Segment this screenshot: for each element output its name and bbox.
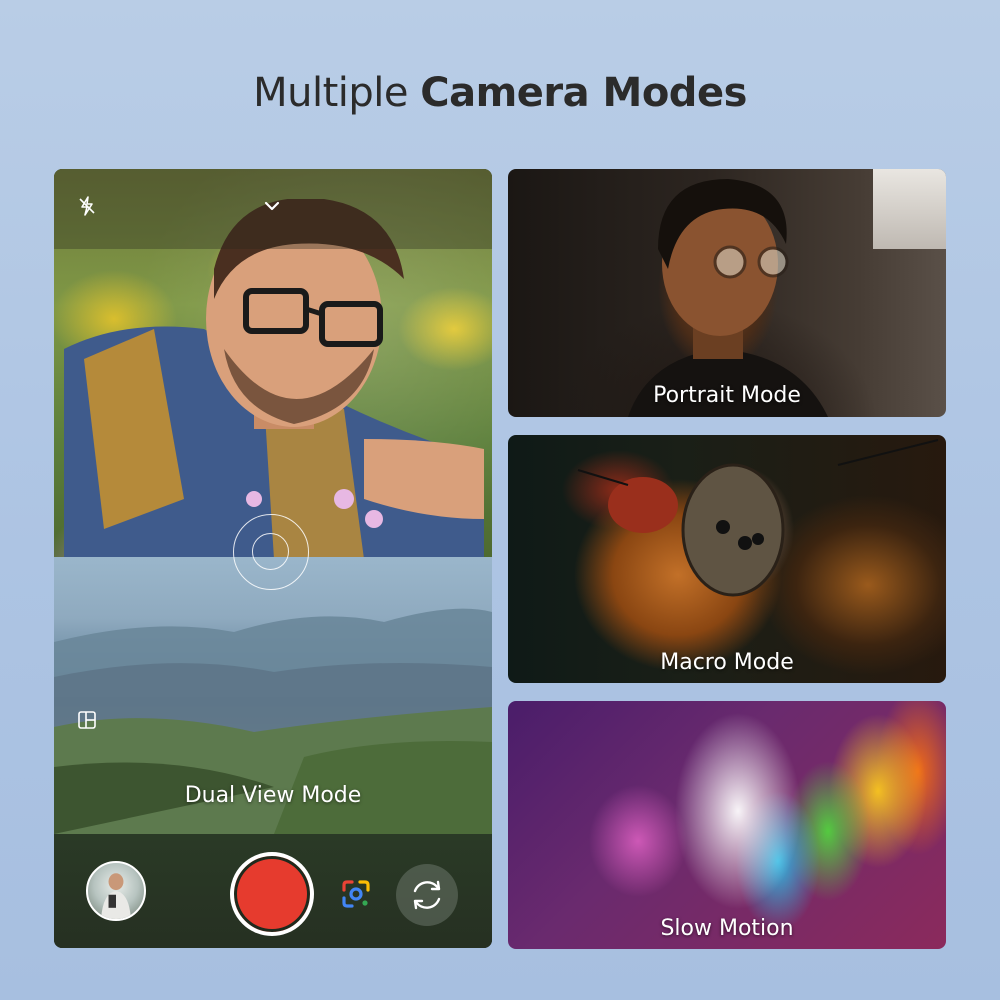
gallery-thumbnail[interactable] <box>86 861 146 921</box>
macro-photo <box>577 439 939 597</box>
macro-mode-card[interactable]: Macro Mode <box>508 435 946 683</box>
focus-ring[interactable] <box>233 514 309 590</box>
flash-off-icon[interactable] <box>76 195 98 217</box>
switch-camera-icon[interactable] <box>396 864 458 926</box>
chevron-down-icon[interactable] <box>260 195 284 217</box>
person-photo <box>64 199 484 559</box>
portrait-mode-card[interactable]: Portrait Mode <box>508 169 946 417</box>
page-title: Multiple Camera Modes <box>0 70 1000 116</box>
google-lens-icon[interactable] <box>340 878 372 910</box>
slow-motion-label: Slow Motion <box>660 916 794 941</box>
front-camera-view <box>54 169 492 559</box>
portrait-mode-label: Portrait Mode <box>653 383 801 408</box>
focus-ring-inner <box>252 533 289 570</box>
portrait-photo <box>628 179 828 417</box>
camera-app-screen: Dual View Mode <box>54 169 492 948</box>
split-layout-icon[interactable] <box>78 711 96 729</box>
slow-motion-card[interactable]: Slow Motion <box>508 701 946 949</box>
record-button[interactable] <box>230 852 314 936</box>
rear-camera-view: Dual View Mode <box>54 557 492 834</box>
dual-view-label: Dual View Mode <box>184 783 362 808</box>
page-title-bold: Camera Modes <box>420 70 747 116</box>
macro-mode-label: Macro Mode <box>660 650 794 675</box>
page-title-light: Multiple <box>253 70 421 116</box>
camera-controls-bar <box>54 834 492 948</box>
